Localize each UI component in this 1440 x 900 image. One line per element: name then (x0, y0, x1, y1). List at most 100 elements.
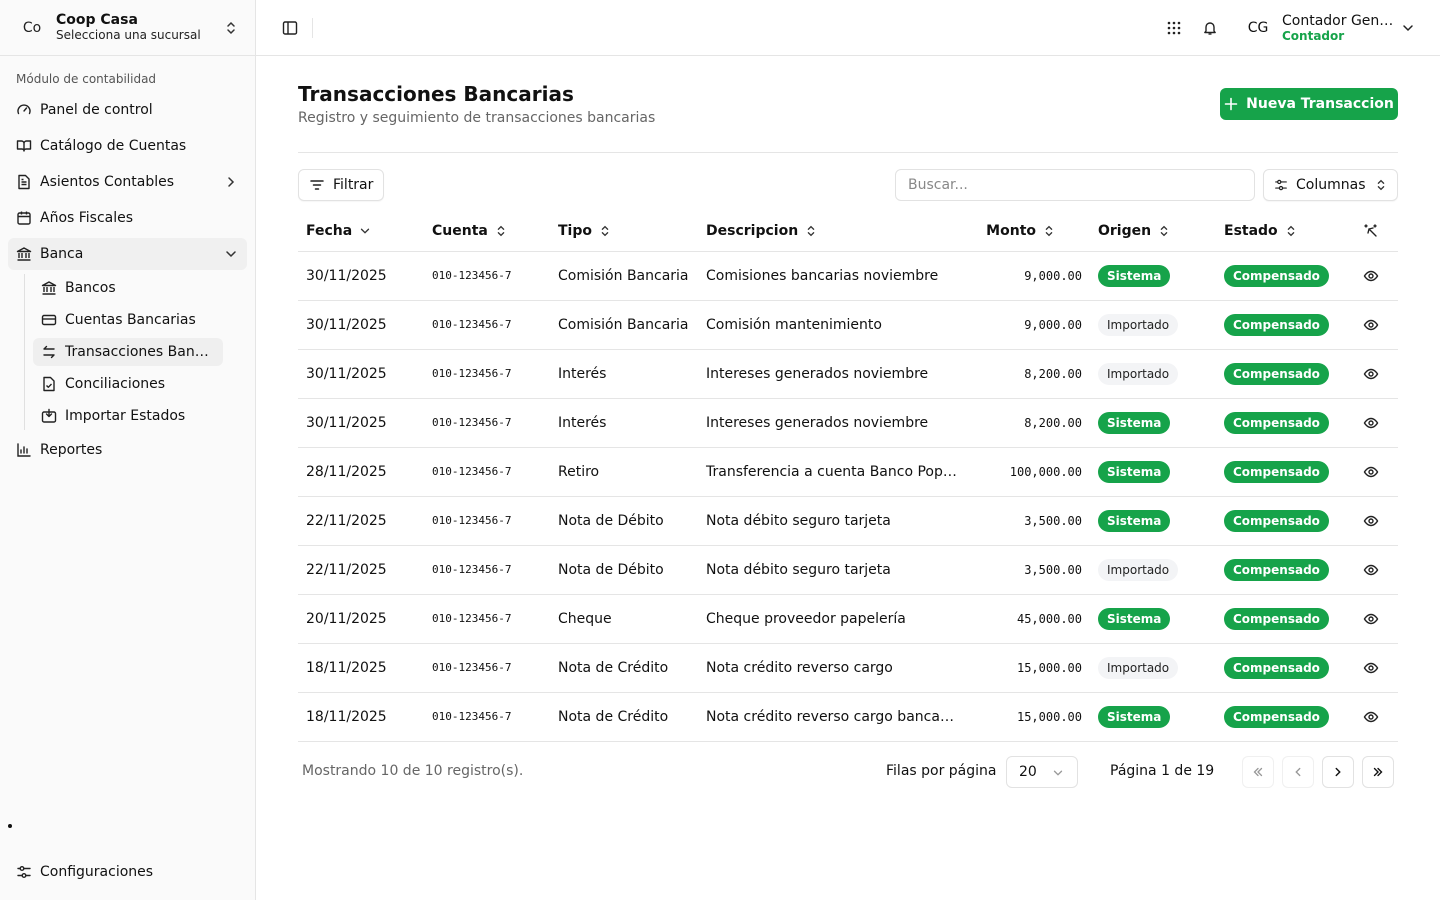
sidebar-subitem-conciliaciones[interactable]: Conciliaciones (33, 370, 223, 398)
chevrons-up-down-icon (1284, 224, 1298, 238)
sidebar-item-reportes[interactable]: Reportes (8, 434, 247, 466)
sidebar-subitem-cuentas-bancarias[interactable]: Cuentas Bancarias (33, 306, 223, 334)
cell-tipo: Nota de Débito (550, 496, 698, 546)
sidebar-item-label: Años Fiscales (40, 210, 134, 226)
cell-actions (1344, 594, 1398, 644)
status-badge: Compensado (1224, 264, 1329, 287)
table-header-row: Fecha Cuenta Tipo Descripcion Monto Orig… (298, 211, 1398, 252)
cell-tipo: Cheque (550, 594, 698, 644)
cell-tipo: Nota de Crédito (550, 692, 698, 742)
eye-icon[interactable] (1352, 464, 1390, 480)
new-transaction-label: Nueva Transaccion (1246, 96, 1394, 112)
rows-per-page-select[interactable]: 20 (1006, 756, 1078, 788)
rows-per-page-value: 20 (1019, 764, 1037, 780)
table-row[interactable]: 30/11/2025 010-123456-7 Interés Intereses g… (298, 398, 1398, 448)
new-transaction-button[interactable]: Nueva Transaccion (1220, 88, 1398, 120)
page-subtitle: Registro y seguimiento de transacciones … (298, 110, 656, 126)
filter-button[interactable]: Filtrar (298, 169, 384, 201)
cell-estado: Compensado (1216, 447, 1344, 497)
cell-cuenta: 010-123456-7 (424, 300, 550, 350)
sidebar-item-label: Bancos (65, 280, 116, 296)
filter-label: Filtrar (333, 177, 374, 193)
sidebar: Co Coop Casa Selecciona una sucursal Mód… (0, 0, 256, 900)
cell-fecha: 30/11/2025 (298, 398, 424, 448)
origin-badge: Importado (1098, 313, 1179, 336)
cell-tipo: Interés (550, 349, 698, 399)
cell-fecha: 30/11/2025 (298, 349, 424, 399)
eye-icon[interactable] (1352, 415, 1390, 431)
cell-origen: Sistema (1090, 398, 1216, 448)
cell-monto: 100,000.00 (966, 447, 1090, 497)
pagination: Mostrando 10 de 10 registro(s). Filas po… (298, 756, 1398, 788)
sidebar-subitem-importar[interactable]: Importar Estados (33, 402, 223, 430)
filter-lines-icon (309, 177, 325, 193)
org-switcher[interactable]: Co Coop Casa Selecciona una sucursal (0, 0, 255, 56)
eye-icon[interactable] (1352, 268, 1390, 284)
column-header-actions[interactable] (1344, 211, 1398, 252)
sidebar-item-catalogo[interactable]: Catálogo de Cuentas (8, 130, 247, 162)
eye-icon[interactable] (1352, 513, 1390, 529)
previous-page-button[interactable] (1282, 756, 1314, 788)
sidebar-item-banca[interactable]: Banca (8, 238, 247, 270)
gauge-icon (16, 102, 32, 118)
column-header-monto[interactable]: Monto (966, 211, 1090, 252)
column-header-fecha[interactable]: Fecha (298, 211, 424, 252)
column-header-cuenta[interactable]: Cuenta (424, 211, 550, 252)
divider (298, 152, 1398, 153)
status-badge: Compensado (1224, 362, 1329, 385)
cell-origen: Importado (1090, 300, 1216, 350)
first-page-button[interactable] (1242, 756, 1274, 788)
eye-icon[interactable] (1352, 709, 1390, 725)
column-header-estado[interactable]: Estado (1216, 211, 1344, 252)
chevrons-up-down-icon (598, 224, 612, 238)
org-avatar: Co (22, 19, 42, 36)
table-row[interactable]: 30/11/2025 010-123456-7 Interés Intereses g… (298, 349, 1398, 399)
table-row[interactable]: 22/11/2025 010-123456-7 Nota de Débito Nota… (298, 496, 1398, 546)
table-row[interactable]: 20/11/2025 010-123456-7 Cheque Cheque prove… (298, 594, 1398, 644)
table-row[interactable]: 18/11/2025 010-123456-7 Nota de Crédito Not… (298, 643, 1398, 693)
notifications-button[interactable] (1196, 14, 1224, 42)
sidebar-item-panel[interactable]: Panel de control (8, 94, 247, 126)
eye-icon[interactable] (1352, 660, 1390, 676)
user-menu[interactable]: CG Contador General Contador (1242, 12, 1416, 44)
table-row[interactable]: 30/11/2025 010-123456-7 Comisión Bancaria C… (298, 251, 1398, 301)
table-row[interactable]: 30/11/2025 010-123456-7 Comisión Bancaria C… (298, 300, 1398, 350)
cell-fecha: 18/11/2025 (298, 692, 424, 742)
sidebar-subitem-bancos[interactable]: Bancos (33, 274, 223, 302)
eye-icon[interactable] (1352, 611, 1390, 627)
eye-icon[interactable] (1352, 366, 1390, 382)
sidebar-subitem-transacciones[interactable]: Transacciones Bancarias (33, 338, 223, 366)
cell-monto: 15,000.00 (966, 643, 1090, 693)
next-page-button[interactable] (1322, 756, 1354, 788)
cell-monto: 3,500.00 (966, 496, 1090, 546)
arrows-exchange-icon (41, 344, 57, 360)
cell-estado: Compensado (1216, 545, 1344, 595)
column-header-tipo[interactable]: Tipo (550, 211, 698, 252)
sidebar-item-anios-fiscales[interactable]: Años Fiscales (8, 202, 247, 234)
avatar: CG (1247, 20, 1269, 36)
last-page-button[interactable] (1362, 756, 1394, 788)
origin-badge: Sistema (1098, 460, 1171, 483)
sidebar-toggle-button[interactable] (276, 14, 304, 42)
bar-chart-icon (16, 442, 32, 458)
search-input[interactable] (895, 169, 1255, 201)
sidebar-item-label: Asientos Contables (40, 174, 175, 190)
eye-icon[interactable] (1352, 317, 1390, 333)
cell-actions (1344, 349, 1398, 399)
eye-icon[interactable] (1352, 562, 1390, 578)
cell-estado: Compensado (1216, 594, 1344, 644)
apps-grid-button[interactable] (1160, 14, 1188, 42)
section-label: Módulo de contabilidad (16, 72, 157, 86)
table-row[interactable]: 22/11/2025 010-123456-7 Nota de Débito Nota… (298, 545, 1398, 595)
column-header-origen[interactable]: Origen (1090, 211, 1216, 252)
table-row[interactable]: 28/11/2025 010-123456-7 Retiro Transferenci… (298, 447, 1398, 497)
sidebar-item-configuraciones[interactable]: Configuraciones (8, 856, 248, 888)
columns-button[interactable]: Columnas (1263, 169, 1398, 201)
cell-estado: Compensado (1216, 692, 1344, 742)
cell-estado: Compensado (1216, 398, 1344, 448)
table-row[interactable]: 18/11/2025 010-123456-7 Nota de Crédito Not… (298, 692, 1398, 742)
sidebar-item-asientos[interactable]: Asientos Contables (8, 166, 247, 198)
column-header-descripcion[interactable]: Descripcion (698, 211, 966, 252)
cell-estado: Compensado (1216, 300, 1344, 350)
sidebar-item-label: Reportes (40, 442, 103, 458)
